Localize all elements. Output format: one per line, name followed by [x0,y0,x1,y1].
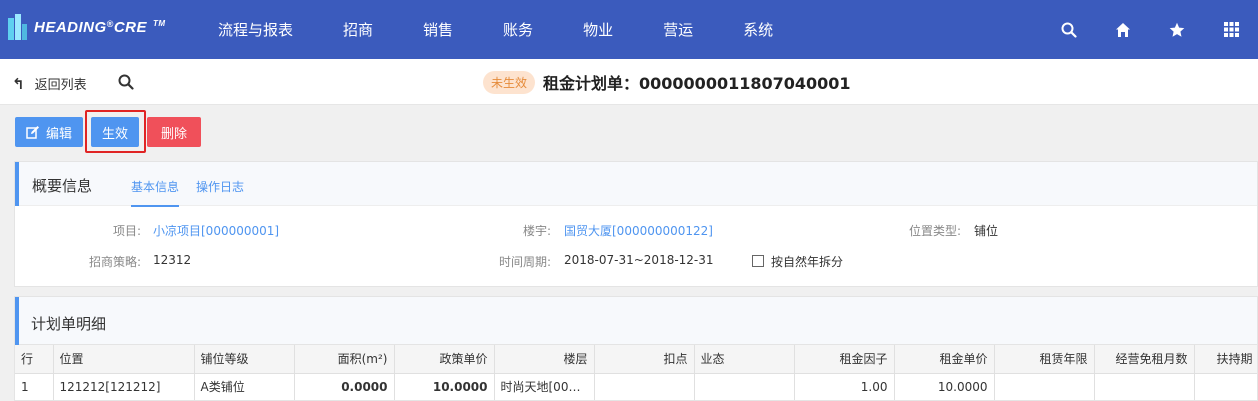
search-icon[interactable] [118,74,134,90]
column-header-grade[interactable]: 铺位等级 [194,345,295,374]
top-navbar: HEADING®CRE TM 流程与报表 招商 销售 账务 物业 营运 系统 [0,0,1258,59]
position-type-value: 铺位 [974,224,999,238]
summary-card-header: 概要信息 基本信息 操作日志 [15,162,1257,207]
tab-basic-info[interactable]: 基本信息 [131,178,180,207]
column-header-floor[interactable]: 楼层 [494,345,595,374]
cell-position: 121212[121212] [53,373,195,400]
delete-button[interactable]: 删除 [147,117,201,147]
tab-operation-log[interactable]: 操作日志 [196,178,244,195]
split-by-year-label: 按自然年拆分 [771,255,844,269]
menu-item-reports[interactable]: 流程与报表 [218,19,293,40]
cell-deduction [594,373,695,400]
column-header-business-type[interactable]: 业态 [694,345,795,374]
back-to-list-link[interactable]: ↰ 返回列表 [12,74,87,94]
summary-card: 概要信息 基本信息 操作日志 项目: 小凉项目[000000001] 楼宇: 国… [14,161,1258,287]
column-header-rent-price[interactable]: 租金单价 [894,345,995,374]
cell-rent-factor: 1.00 [794,373,895,400]
page-title-group: 未生效 租金计划单：0000000011807040001 [483,70,851,94]
column-header-position[interactable]: 位置 [53,345,195,374]
edit-button[interactable]: 编辑 [15,117,83,147]
menu-item-operations[interactable]: 营运 [663,19,693,40]
cell-business-type [694,373,795,400]
app-logo[interactable]: HEADING®CRE TM [8,12,166,42]
plan-detail-title: 计划单明细 [31,315,107,333]
cell-grade: A类铺位 [194,373,295,400]
cell-free-months [1094,373,1195,400]
cell-policy-price: 10.0000 [394,373,495,400]
page-title: 租金计划单：0000000011807040001 [543,74,851,93]
logo-building-icon [8,14,28,40]
strategy-label: 招商策略: [88,255,141,269]
cell-area: 0.0000 [294,373,395,400]
column-header-support-period[interactable]: 扶持期 [1194,345,1257,374]
logo-text: HEADING®CRE TM [34,18,166,36]
column-header-area[interactable]: 面积(m²) [294,345,395,374]
table-row[interactable]: 1 121212[121212] A类铺位 0.0000 10.0000 时尚天… [15,373,1257,400]
summary-title: 概要信息 [32,177,93,195]
building-link[interactable]: 国贸大厦[000000000122] [564,222,713,239]
nav-icon-group [1042,0,1258,59]
status-badge: 未生效 [483,70,536,94]
position-type-label: 位置类型: [908,224,961,238]
building-label: 楼宇: [522,224,551,238]
home-icon[interactable] [1114,21,1132,39]
cell-row-no: 1 [15,373,54,400]
period-value: 2018-07-31~2018-12-31 [564,253,714,267]
project-label: 项目: [112,224,141,238]
cell-lease-years [994,373,1095,400]
activate-button[interactable]: 生效 [91,117,139,147]
edit-icon [26,126,39,139]
strategy-value: 12312 [153,253,192,267]
edit-button-label: 编辑 [45,126,72,142]
table-header-row: 行 位置 铺位等级 面积(m²) 政策单价 楼层 扣点 业态 租金因子 租金单价… [15,345,1257,374]
cell-rent-price: 10.0000 [894,373,995,400]
menu-item-accounts[interactable]: 账务 [503,19,533,40]
grid-icon[interactable] [1222,21,1240,39]
menu-item-leasing[interactable]: 招商 [343,19,373,40]
column-header-lease-years[interactable]: 租赁年限 [994,345,1095,374]
plan-detail-table: 行 位置 铺位等级 面积(m²) 政策单价 楼层 扣点 业态 租金因子 租金单价… [15,345,1257,400]
back-label: 返回列表 [34,78,87,93]
main-menu: 流程与报表 招商 销售 账务 物业 营运 系统 [218,0,823,59]
column-header-deduction[interactable]: 扣点 [594,345,695,374]
section-accent-bar [15,162,19,206]
cell-floor: 时尚天地[000... [494,373,595,400]
column-header-row-no: 行 [15,345,54,374]
plan-detail-header: 计划单明细 [15,297,1257,345]
column-header-policy-price[interactable]: 政策单价 [394,345,495,374]
plan-detail-card: 计划单明细 行 位置 铺位等级 面积(m²) 政策单价 楼层 扣点 业态 租金因… [14,296,1258,401]
cell-support-period [1194,373,1257,400]
menu-item-system[interactable]: 系统 [743,19,773,40]
split-by-year-checkbox[interactable] [752,255,764,267]
section-accent-bar [15,297,19,345]
project-link[interactable]: 小凉项目[000000001] [153,222,279,239]
column-header-free-months[interactable]: 经营免租月数 [1094,345,1195,374]
star-icon[interactable] [1168,21,1186,39]
sub-header: ↰ 返回列表 未生效 租金计划单：0000000011807040001 [0,59,1258,105]
period-label: 时间周期: [498,255,551,269]
menu-item-sales[interactable]: 销售 [423,19,453,40]
back-arrow-icon: ↰ [12,74,25,93]
column-header-rent-factor[interactable]: 租金因子 [794,345,895,374]
search-icon[interactable] [1060,21,1078,39]
menu-item-property[interactable]: 物业 [583,19,613,40]
